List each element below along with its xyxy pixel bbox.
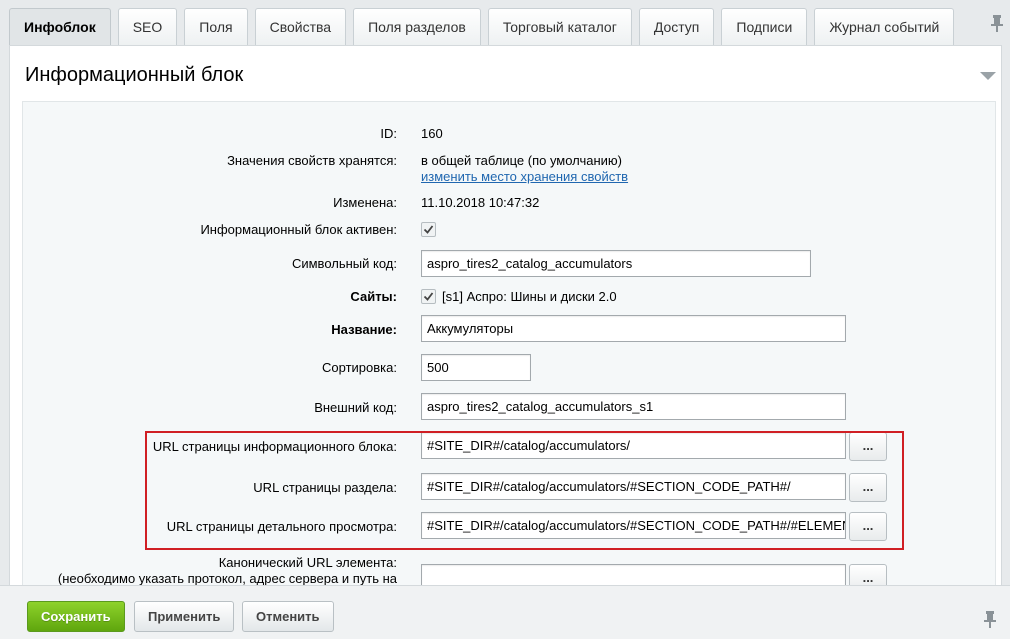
bottom-action-bar: Сохранить Применить Отменить [0,585,1010,639]
active-checkbox[interactable] [421,222,436,237]
list-url-label: URL страницы информационного блока: [152,439,397,454]
name-label: Название: [331,322,397,337]
external-code-label: Внешний код: [314,400,397,415]
tab-trade-catalog[interactable]: Торговый каталог [487,8,632,45]
canonical-url-hint: (необходимо указать протокол, адрес серв… [57,571,397,586]
list-url-browse-button[interactable]: ... [849,432,887,461]
section-url-browse-button[interactable]: ... [849,473,887,502]
list-url-input[interactable]: #SITE_DIR#/catalog/accumulators/ [421,432,846,459]
save-button[interactable]: Сохранить [27,601,125,632]
panel-header: Информационный блок [22,58,996,102]
tab-fields[interactable]: Поля [184,8,248,45]
pin-icon[interactable] [983,610,997,628]
tab-access[interactable]: Доступ [638,8,715,45]
site-s1-checkbox[interactable] [421,289,436,304]
detail-url-browse-button[interactable]: ... [849,512,887,541]
form-area: ID: 160 Значения свойств хранятся: в общ… [22,102,996,606]
name-input[interactable]: Аккумуляторы [421,315,846,342]
tab-infoblock[interactable]: Инфоблок [9,8,111,45]
tab-properties[interactable]: Свойства [254,8,347,45]
tab-seo[interactable]: SEO [117,8,178,45]
panel-title: Информационный блок [25,64,244,86]
id-value: 160 [421,126,443,141]
site-s1-label: [s1] Аспро: Шины и диски 2.0 [442,289,617,304]
tab-bar: Инфоблок SEO Поля Свойства Поля разделов… [9,8,961,45]
canonical-url-label: Канонический URL элемента: [218,555,397,570]
sort-label: Сортировка: [322,360,397,375]
detail-url-input[interactable]: #SITE_DIR#/catalog/accumulators/#SECTION… [421,512,846,539]
storage-value: в общей таблице (по умолчанию) [421,153,623,168]
tab-event-log[interactable]: Журнал событий [814,8,955,45]
change-storage-link[interactable]: изменить место хранения свойств [421,169,628,184]
collapse-arrow-icon[interactable] [980,72,996,80]
sites-label: Сайты: [350,289,397,304]
checkmark-icon [423,225,434,234]
pin-icon[interactable] [990,14,1004,32]
checkmark-icon [423,292,434,301]
code-input[interactable]: aspro_tires2_catalog_accumulators [421,250,811,277]
detail-url-label: URL страницы детального просмотра: [166,519,397,534]
tab-section-fields[interactable]: Поля разделов [353,8,481,45]
infoblock-panel: Информационный блок ID: 160 Значения сво… [9,45,1002,606]
tab-captions[interactable]: Подписи [721,8,808,45]
section-url-label: URL страницы раздела: [253,480,397,495]
section-url-input[interactable]: #SITE_DIR#/catalog/accumulators/#SECTION… [421,473,846,500]
external-code-input[interactable]: aspro_tires2_catalog_accumulators_s1 [421,393,846,420]
storage-label: Значения свойств хранятся: [227,153,397,168]
id-label: ID: [380,126,397,141]
active-label: Информационный блок активен: [200,222,397,237]
apply-button[interactable]: Применить [134,601,235,632]
modified-value: 11.10.2018 10:47:32 [421,195,540,210]
code-label: Символьный код: [291,256,397,271]
cancel-button[interactable]: Отменить [242,601,334,632]
sort-input[interactable]: 500 [421,354,531,381]
modified-label: Изменена: [333,195,397,210]
